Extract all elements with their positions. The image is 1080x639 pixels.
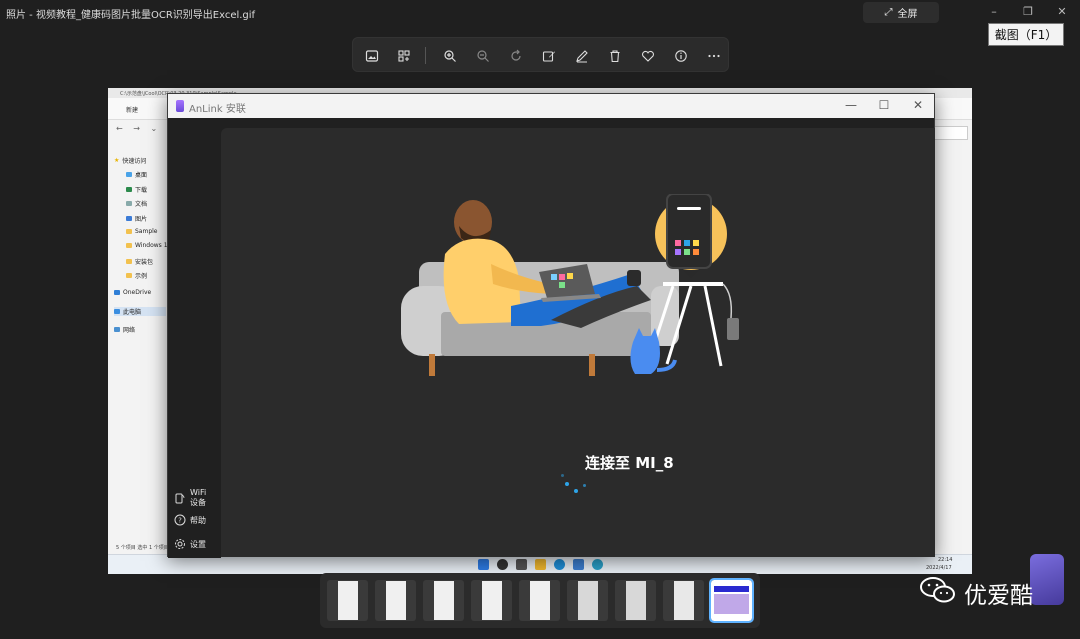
anlink-main-panel: 连接至 MI_8 (221, 128, 935, 557)
nav-network[interactable]: 网络 (114, 325, 135, 334)
wechat-icon (920, 577, 955, 603)
filmstrip-thumbnail[interactable] (375, 580, 416, 621)
sidebar-item-wifi[interactable]: WiFi设备 (174, 488, 214, 508)
folder-icon (126, 229, 132, 234)
connect-status-text: 连接至 MI_8 (585, 454, 674, 472)
clock-time: 22:14 (938, 557, 953, 563)
delete-icon[interactable] (606, 47, 623, 64)
new-button[interactable]: 新建 (126, 107, 138, 114)
anlink-logo-icon (176, 100, 184, 112)
anlink-titlebar: AnLink 安联 — ☐ ✕ (168, 94, 934, 118)
viewer-title: 照片 - 视频教程_健康码图片批量OCR识别导出Excel.gif (6, 10, 256, 21)
image-icon[interactable] (363, 47, 380, 64)
search-icon[interactable] (497, 559, 508, 570)
nav-item-installers[interactable]: 安装包 (126, 257, 153, 266)
anlink-window: AnLink 安联 — ☐ ✕ WiFi设备 ? 帮助 设置 连接至 MI_8 (167, 93, 935, 558)
folder-icon (126, 243, 132, 248)
zoom-in-icon[interactable] (441, 47, 458, 64)
nav-item-desktop[interactable]: 桌面 (126, 170, 147, 179)
crop-layout-icon[interactable] (395, 47, 412, 64)
zoom-out-icon[interactable] (474, 47, 491, 64)
nav-item-examples[interactable]: 示例 (126, 271, 147, 280)
nav-item-windows11[interactable]: Windows 11 (126, 242, 171, 249)
filmstrip-thumbnail-selected[interactable] (709, 578, 754, 623)
fullscreen-label: 全屏 (897, 9, 918, 20)
nav-onedrive[interactable]: OneDrive (114, 289, 151, 296)
expand-icon: ⤢ (884, 7, 893, 18)
nav-quick-access[interactable]: ★ 快速访问 (114, 156, 146, 165)
explorer-status: 5 个项目 选中 1 个项目 (116, 545, 169, 551)
taskview-icon[interactable] (516, 559, 527, 570)
sidebar-wifi-label: WiFi设备 (190, 488, 207, 507)
document-icon (126, 201, 132, 206)
svg-text:?: ? (178, 517, 182, 525)
info-icon[interactable] (672, 47, 689, 64)
sidebar-item-help[interactable]: ? 帮助 (174, 514, 206, 526)
sidebar-settings-label: 设置 (190, 539, 206, 549)
app-icon[interactable] (592, 559, 603, 570)
anlink-minimize-button[interactable]: — (844, 98, 858, 112)
gear-icon (175, 539, 185, 549)
draw-icon[interactable] (573, 47, 590, 64)
folder-icon (126, 259, 132, 264)
edge-icon[interactable] (554, 559, 565, 570)
picture-icon (126, 216, 132, 221)
fullscreen-button[interactable]: ⤢ 全屏 (863, 2, 939, 23)
sidebar-help-label: 帮助 (190, 515, 206, 525)
download-icon (126, 187, 132, 192)
star-icon: ★ (114, 157, 120, 164)
clock-date: 2022/4/17 (926, 565, 952, 571)
rotate-icon[interactable] (507, 47, 524, 64)
phone-wifi-icon (175, 493, 185, 504)
taskbar: 22:14 2022/4/17 (108, 554, 972, 574)
pc-icon (114, 309, 120, 314)
nav-item-downloads[interactable]: 下载 (126, 185, 147, 194)
filmstrip-thumbnail[interactable] (615, 580, 656, 621)
toolbar-divider (425, 47, 426, 64)
nav-item-pictures[interactable]: 图片 (126, 214, 147, 223)
nav-this-pc[interactable]: 此电脑 (114, 307, 166, 316)
network-icon (114, 327, 120, 332)
anlink-title: AnLink 安联 (189, 104, 246, 115)
filmstrip-thumbnail[interactable] (471, 580, 512, 621)
cloud-icon (114, 290, 120, 295)
viewer-titlebar: 照片 - 视频教程_健康码图片批量OCR识别导出Excel.gif ⤢ 全屏 –… (0, 0, 1080, 26)
sidebar-item-settings[interactable]: 设置 (174, 538, 206, 550)
folder-icon (126, 273, 132, 278)
nav-item-documents[interactable]: 文档 (126, 199, 147, 208)
filmstrip-thumbnail[interactable] (423, 580, 464, 621)
close-button[interactable]: ✕ (1055, 5, 1069, 18)
minimize-button[interactable]: – (987, 5, 1001, 18)
filmstrip-thumbnail[interactable] (519, 580, 560, 621)
filmstrip (320, 573, 760, 628)
filmstrip-thumbnail[interactable] (327, 580, 368, 621)
screenshot-tooltip: 截图（F1） (988, 23, 1064, 46)
help-icon: ? (174, 514, 186, 526)
filmstrip-thumbnail[interactable] (567, 580, 608, 621)
explorer-icon[interactable] (535, 559, 546, 570)
watermark-logo (1030, 554, 1064, 605)
edit-image-icon[interactable] (540, 47, 557, 64)
anlink-sidebar: WiFi设备 ? 帮助 设置 (168, 118, 221, 558)
viewer-toolbar (352, 37, 729, 72)
start-icon[interactable] (478, 559, 489, 570)
anlink-maximize-button[interactable]: ☐ (877, 98, 891, 112)
restore-button[interactable]: ❐ (1021, 5, 1035, 18)
desktop-icon (126, 172, 132, 177)
watermark-text: 优爱酷 (964, 583, 1033, 609)
nav-item-sample[interactable]: Sample (126, 228, 158, 235)
more-icon[interactable] (705, 47, 722, 64)
connection-illustration (401, 194, 739, 376)
anlink-close-button[interactable]: ✕ (911, 98, 925, 112)
filmstrip-thumbnail[interactable] (663, 580, 704, 621)
store-icon[interactable] (573, 559, 584, 570)
favorite-icon[interactable] (639, 47, 656, 64)
